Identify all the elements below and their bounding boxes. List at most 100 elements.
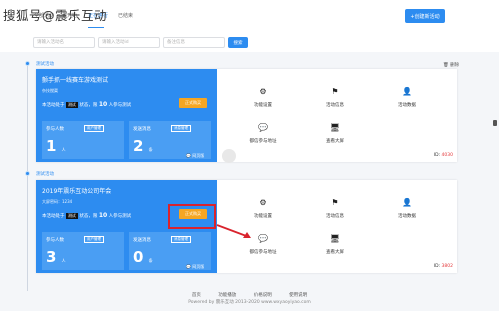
messages-count: 2 条: [133, 137, 153, 155]
chat-icon: 💬: [258, 123, 268, 132]
card-summary: 颤手抓一线赛车游戏测试 杂技搅渠 本活动处于 测试 状态，限 10 人参与测试 …: [36, 69, 217, 162]
id-value: 3802: [441, 264, 453, 269]
id-label: ID:: [433, 153, 441, 158]
tab-ended[interactable]: 已结束: [118, 12, 133, 19]
footer-link-pricing[interactable]: 价格说明: [254, 293, 272, 298]
delete-button[interactable]: 🗑 删除: [443, 62, 459, 68]
view-screen-button[interactable]: 🖥 查看大屏: [310, 123, 360, 144]
messages-count: 0 条: [133, 248, 153, 266]
messages-unit: 条: [148, 258, 153, 263]
wechat-link-button[interactable]: 💬 都信参与地址: [238, 123, 288, 144]
function-settings-button[interactable]: ⚙ 功能设置: [238, 87, 288, 108]
search-button[interactable]: 搜索: [228, 37, 248, 48]
function-settings-button[interactable]: ⚙ 功能设置: [238, 198, 288, 219]
view-screen-button[interactable]: 🖥 查看大屏: [310, 234, 360, 255]
preview-label: 网页版: [192, 264, 205, 269]
monitor-icon: 🖥: [329, 123, 341, 132]
action-label: 活动信息: [326, 214, 344, 219]
participants-unit: 人: [61, 258, 66, 263]
arrow-shaft: [216, 224, 250, 238]
status-prefix: 本活动处于: [42, 103, 65, 108]
activity-title: 2019年震乐互动公司年会: [42, 188, 112, 195]
status-prefix: 本活动处于: [42, 214, 65, 219]
activity-id-input[interactable]: 请输入活动id: [98, 37, 160, 48]
messages-unit: 条: [148, 147, 153, 152]
user-manage-button[interactable]: 用户管理: [84, 125, 104, 132]
preview-label: 网页版: [192, 153, 205, 158]
status-suffix: 人参与测试: [108, 103, 132, 108]
action-label: 功能设置: [254, 103, 272, 108]
user-manage-button[interactable]: 用户管理: [84, 236, 104, 243]
timeline-dot: [25, 61, 30, 66]
participants-label: 参与人数: [46, 238, 64, 243]
footer-link-help[interactable]: 使用说明: [289, 293, 307, 298]
messages-label: 发送消息: [133, 127, 151, 132]
activity-title: 颤手抓一线赛车游戏测试: [42, 77, 109, 84]
flag-icon: ⚑: [331, 198, 339, 207]
message-manage-button[interactable]: 消息管理: [171, 236, 191, 243]
chat-icon: 💬: [186, 153, 191, 158]
activity-id: ID: 4030: [434, 153, 453, 158]
flag-icon: ⚑: [331, 87, 339, 96]
purchase-button[interactable]: 正式购买: [179, 98, 207, 108]
action-label: 查看大屏: [326, 139, 344, 144]
user-icon: 👤: [402, 87, 412, 96]
note-input[interactable]: 备注信息: [163, 37, 225, 48]
activity-info-button[interactable]: ⚑ 活动信息: [310, 198, 360, 219]
user-icon: 👤: [402, 198, 412, 207]
id-label: ID:: [433, 264, 441, 269]
timeline-line: [27, 63, 28, 291]
edge-marker: [493, 120, 497, 126]
page: 全部活动 未开始 正在进行 已结束 +创建新活动 搜狐号@震乐互动 请输入活动名…: [0, 0, 499, 311]
delete-label: 删除: [450, 63, 460, 68]
gear-icon: ⚙: [259, 198, 267, 207]
footer-copyright: Powered by 震乐互动 2013-2020 www.wxyaoyiyao…: [188, 300, 311, 305]
activity-subtitle: 大屏密码：1234: [42, 199, 73, 204]
status-tag: 测试: [65, 213, 78, 219]
activity-id: ID: 3802: [434, 264, 453, 269]
activity-data-button[interactable]: 👤 活动数据: [382, 87, 432, 108]
preview-link[interactable]: 💬 网页版: [186, 153, 204, 159]
message-manage-button[interactable]: 消息管理: [171, 125, 191, 132]
action-label: 查看大屏: [326, 250, 344, 255]
action-label: 都信参与地址: [249, 250, 277, 255]
status-tag: 测试: [65, 102, 78, 108]
activity-card: 颤手抓一线赛车游戏测试 杂技搅渠 本活动处于 测试 状态，限 10 人参与测试 …: [36, 69, 457, 162]
gear-icon: ⚙: [259, 87, 267, 96]
participants-box: 参与人数 用户管理 3 人: [42, 232, 124, 270]
activity-subtitle: 杂技搅渠: [42, 88, 58, 93]
activity-status: 本活动处于 测试 状态，限 10 人参与测试: [42, 101, 131, 108]
participants-count: 3 人: [46, 248, 66, 266]
preview-link[interactable]: 💬 网页版: [186, 264, 204, 270]
status-suffix: 人参与测试: [108, 214, 132, 219]
center-mark: [222, 149, 236, 163]
participants-label: 参与人数: [46, 127, 64, 132]
activity-data-button[interactable]: 👤 活动数据: [382, 198, 432, 219]
watermark: 搜狐号@震乐互动: [3, 8, 108, 23]
participants-box: 参与人数 用户管理 1 人: [42, 121, 124, 159]
participants-unit: 人: [61, 147, 66, 152]
footer-link-home[interactable]: 首页: [192, 293, 201, 298]
action-label: 活动信息: [326, 103, 344, 108]
chat-icon: 💬: [186, 264, 191, 269]
footer-links: 首页 功能播放 价格说明 使用说明: [0, 292, 499, 298]
timeline-label: 测试活动: [36, 62, 54, 67]
create-activity-button[interactable]: +创建新活动: [405, 9, 445, 23]
participants-value: 3: [46, 248, 57, 266]
activity-status: 本活动处于 测试 状态，限 10 人参与测试: [42, 212, 131, 219]
action-label: 活动数据: [398, 214, 416, 219]
status-limit: 10: [98, 212, 108, 219]
status-mid: 状态，限: [79, 214, 98, 219]
timeline-label: 测试活动: [36, 172, 54, 177]
activity-name-input[interactable]: 请输入活动名: [33, 37, 95, 48]
participants-value: 1: [46, 137, 57, 155]
messages-value: 0: [133, 248, 144, 266]
id-value: 4030: [441, 153, 453, 158]
footer-link-features[interactable]: 功能播放: [218, 293, 236, 298]
action-label: 都信参与地址: [249, 139, 277, 144]
messages-label: 发送消息: [133, 238, 151, 243]
messages-value: 2: [133, 137, 144, 155]
activity-info-button[interactable]: ⚑ 活动信息: [310, 87, 360, 108]
action-label: 活动数据: [398, 103, 416, 108]
action-label: 功能设置: [254, 214, 272, 219]
